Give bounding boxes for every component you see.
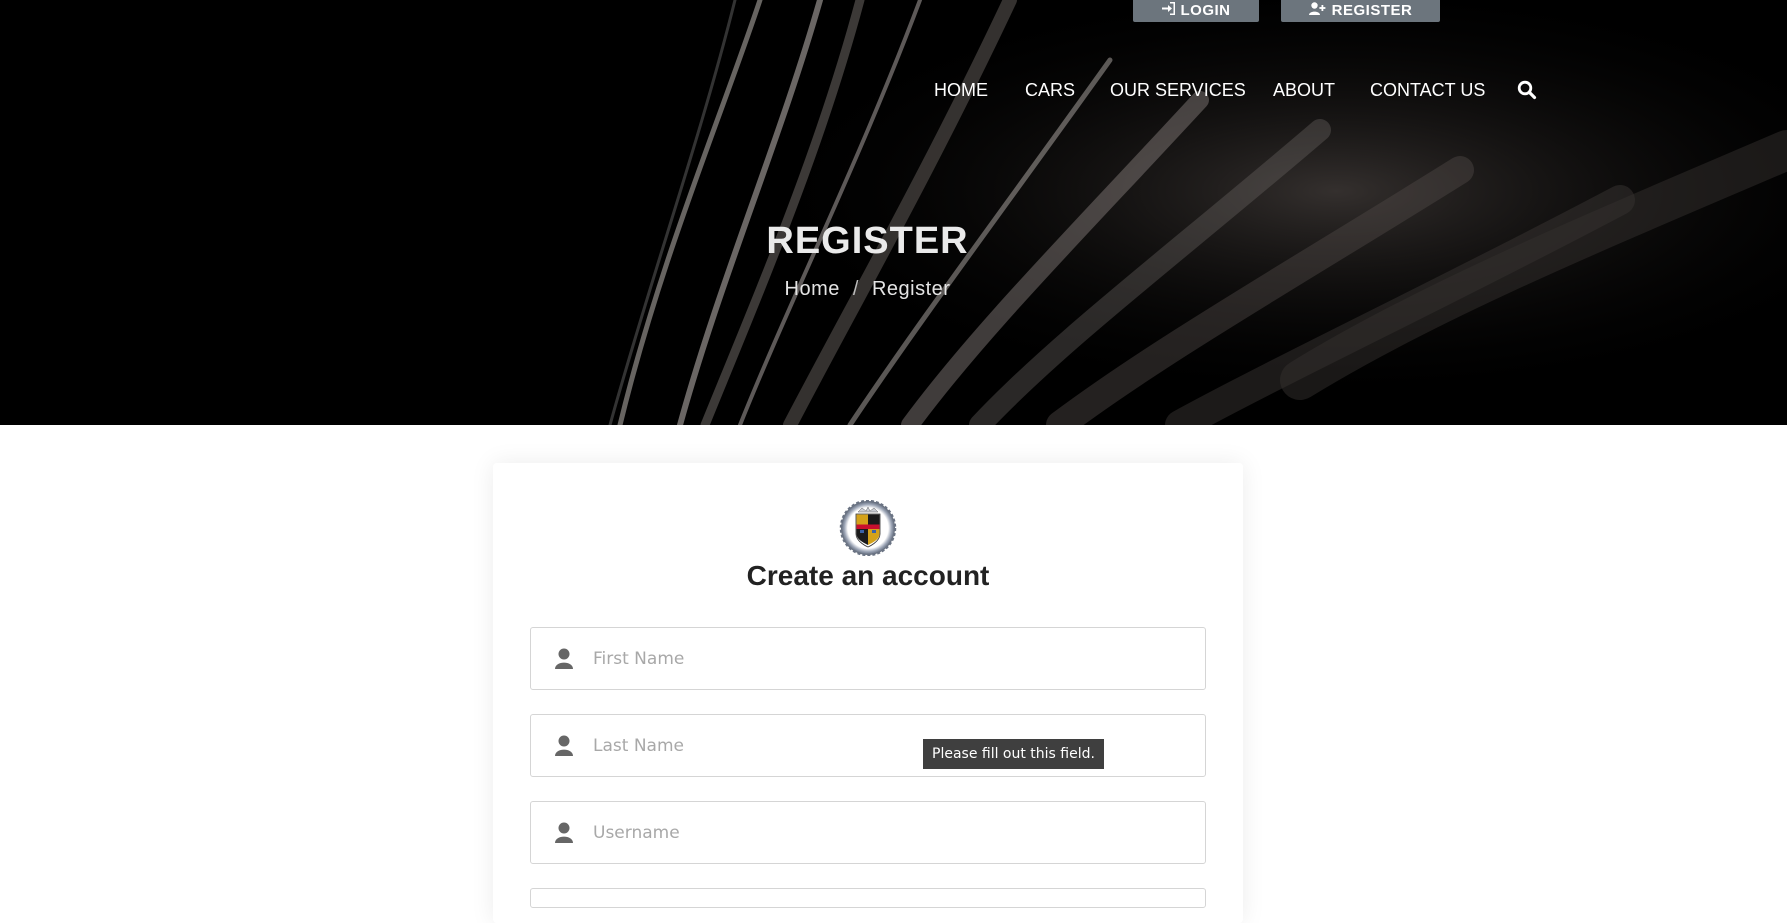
page-title: REGISTER (766, 220, 969, 262)
hero-banner: LOGIN REGISTER HOME CARS OUR SERVICES AB… (0, 0, 1787, 425)
user-icon (555, 822, 573, 844)
register-button[interactable]: REGISTER (1281, 0, 1440, 22)
breadcrumb: Home / Register (0, 278, 1735, 301)
breadcrumb-separator: / (852, 278, 859, 300)
login-button[interactable]: LOGIN (1133, 0, 1259, 22)
login-label: LOGIN (1180, 1, 1231, 19)
last-name-field (530, 714, 1206, 777)
user-icon (555, 735, 573, 757)
username-field (530, 801, 1206, 864)
nav-item-our-services[interactable]: OUR SERVICES (1110, 76, 1246, 104)
first-name-field (530, 627, 1206, 690)
breadcrumb-home-link[interactable]: Home (785, 278, 840, 300)
user-plus-icon (1308, 2, 1326, 18)
cadillac-crest-logo (839, 500, 897, 556)
register-label: REGISTER (1331, 1, 1413, 19)
validation-tooltip: Please fill out this field. (923, 739, 1104, 769)
first-name-input[interactable] (593, 628, 1193, 689)
user-icon (555, 648, 573, 670)
next-field (530, 888, 1206, 908)
sign-in-icon (1161, 2, 1175, 18)
search-icon[interactable] (1517, 80, 1537, 100)
form-title: Create an account (746, 560, 990, 591)
breadcrumb-current: Register (871, 278, 951, 300)
hero-background-streaks (600, 0, 1787, 425)
nav-item-home[interactable]: HOME (934, 76, 988, 104)
nav-item-about[interactable]: ABOUT (1273, 76, 1335, 104)
nav-item-contact-us[interactable]: CONTACT US (1370, 76, 1485, 104)
username-input[interactable] (593, 802, 1193, 863)
nav-item-cars[interactable]: CARS (1025, 76, 1075, 104)
